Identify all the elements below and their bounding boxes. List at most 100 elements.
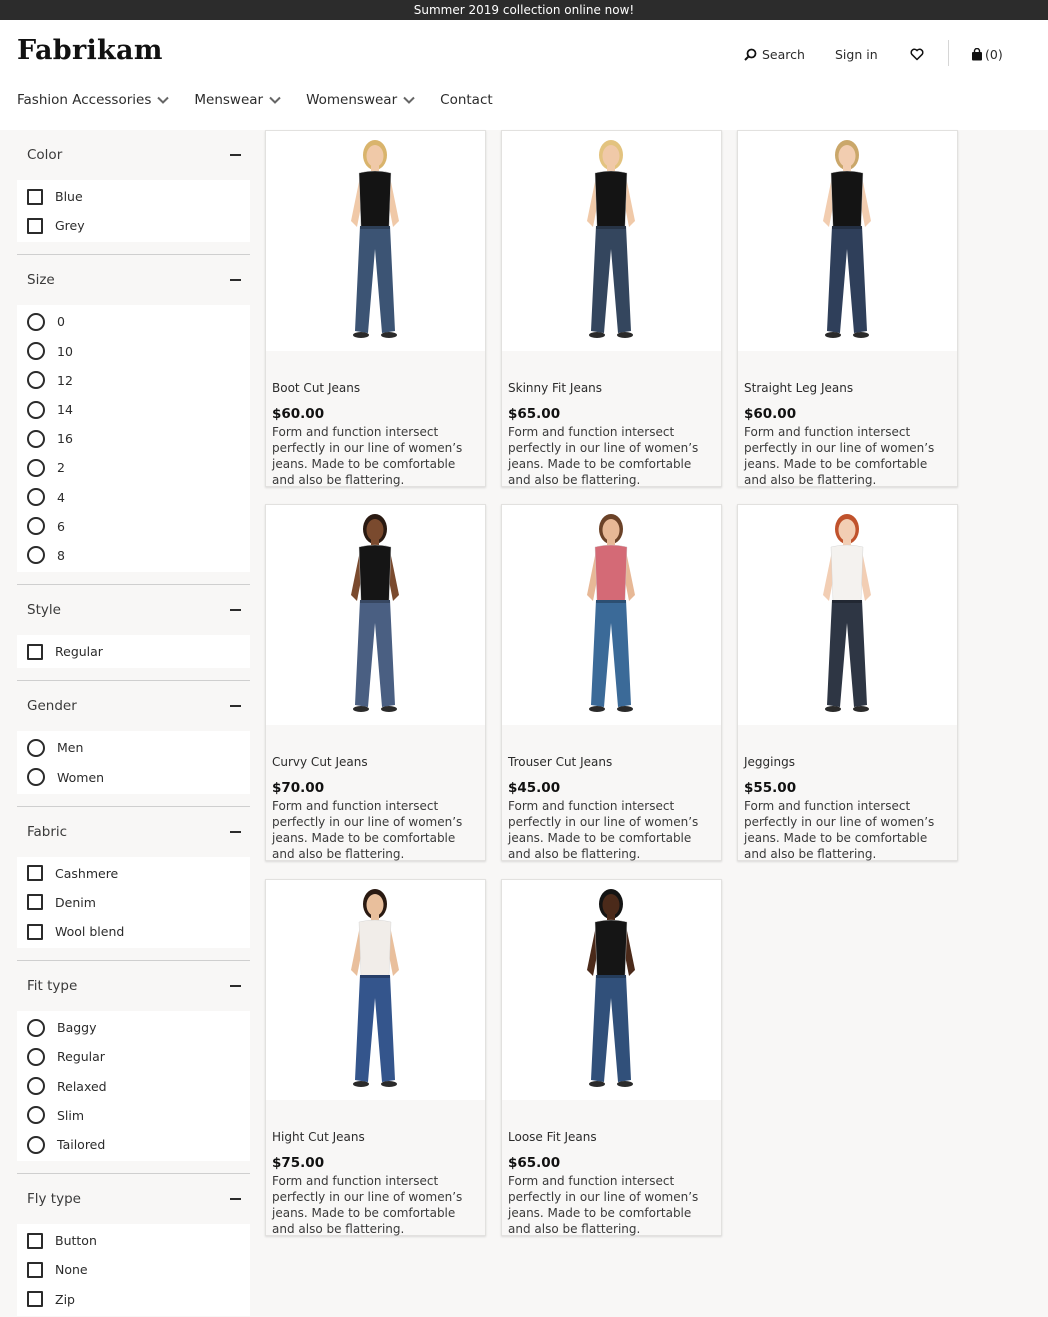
nav-womenswear[interactable]: Womenswear xyxy=(306,92,415,108)
product-name[interactable]: Curvy Cut Jeans xyxy=(272,755,479,771)
radio[interactable] xyxy=(27,1077,45,1096)
option-label: Baggy xyxy=(57,1020,97,1036)
checkbox-option[interactable]: Grey xyxy=(17,211,250,240)
product-image[interactable] xyxy=(266,505,485,725)
product-image[interactable] xyxy=(502,131,721,351)
radio-option[interactable]: Relaxed xyxy=(17,1072,250,1101)
checkbox[interactable] xyxy=(27,188,43,205)
filter-gender-header[interactable]: Gender xyxy=(17,681,250,731)
product-card[interactable]: Curvy Cut Jeans $70.00 Form and function… xyxy=(265,504,486,861)
product-name[interactable]: Loose Fit Jeans xyxy=(508,1130,715,1146)
radio-option[interactable]: 0 xyxy=(17,307,250,336)
filter-size-header[interactable]: Size xyxy=(17,255,250,305)
radio[interactable] xyxy=(27,458,45,477)
nav-contact[interactable]: Contact xyxy=(440,92,493,108)
cart-button[interactable]: (0) xyxy=(969,46,1003,62)
checkbox[interactable] xyxy=(27,643,43,660)
radio[interactable] xyxy=(27,517,45,536)
radio-option[interactable]: 14 xyxy=(17,395,250,424)
product-image[interactable] xyxy=(502,880,721,1100)
radio-option[interactable]: 6 xyxy=(17,512,250,541)
checkbox[interactable] xyxy=(27,923,43,940)
sign-in-link[interactable]: Sign in xyxy=(835,46,878,62)
collapse-icon[interactable] xyxy=(230,279,241,282)
checkbox-option[interactable]: Denim xyxy=(17,888,250,917)
checkbox-option[interactable]: Button xyxy=(17,1226,250,1255)
product-name[interactable]: Hight Cut Jeans xyxy=(272,1130,479,1146)
checkbox-option[interactable]: Blue xyxy=(17,182,250,211)
radio-option[interactable]: 8 xyxy=(17,541,250,570)
filter-style-header[interactable]: Style xyxy=(17,585,250,635)
product-name[interactable]: Straight Leg Jeans xyxy=(744,381,951,397)
collapse-icon[interactable] xyxy=(230,705,241,708)
radio[interactable] xyxy=(27,1106,45,1125)
product-name[interactable]: Trouser Cut Jeans xyxy=(508,755,715,771)
radio-option[interactable]: Tailored xyxy=(17,1130,250,1159)
product-card[interactable]: Skinny Fit Jeans $65.00 Form and functio… xyxy=(501,130,722,487)
checkbox-option[interactable]: Wool blend xyxy=(17,917,250,946)
radio-option[interactable]: Men xyxy=(17,733,250,762)
product-image[interactable] xyxy=(738,505,957,725)
radio[interactable] xyxy=(27,1135,45,1154)
radio[interactable] xyxy=(27,738,45,757)
radio[interactable] xyxy=(27,1018,45,1037)
collapse-icon[interactable] xyxy=(230,985,241,988)
filter-color-header[interactable]: Color xyxy=(17,130,250,180)
radio-option[interactable]: Women xyxy=(17,762,250,791)
radio[interactable] xyxy=(27,312,45,331)
radio[interactable] xyxy=(27,1047,45,1066)
radio-option[interactable]: 2 xyxy=(17,453,250,482)
filter-fit-type-header[interactable]: Fit type xyxy=(17,961,250,1011)
checkbox-option[interactable]: Regular xyxy=(17,637,250,666)
filter-fly-type: Fly type Button None Zip xyxy=(17,1174,250,1317)
radio[interactable] xyxy=(27,371,45,390)
collapse-icon[interactable] xyxy=(230,830,241,833)
radio-option[interactable]: Slim xyxy=(17,1101,250,1130)
checkbox[interactable] xyxy=(27,865,43,882)
collapse-icon[interactable] xyxy=(230,609,241,612)
product-name[interactable]: Skinny Fit Jeans xyxy=(508,381,715,397)
search-button[interactable]: Search xyxy=(744,46,805,62)
checkbox-option[interactable]: Cashmere xyxy=(17,859,250,888)
collapse-icon[interactable] xyxy=(230,1198,241,1201)
product-image[interactable] xyxy=(738,131,957,351)
product-card[interactable]: Boot Cut Jeans $60.00 Form and function … xyxy=(265,130,486,487)
checkbox-option[interactable]: None xyxy=(17,1255,250,1284)
radio[interactable] xyxy=(27,400,45,419)
product-card[interactable]: Trouser Cut Jeans $45.00 Form and functi… xyxy=(501,504,722,861)
checkbox[interactable] xyxy=(27,1261,43,1278)
product-image[interactable] xyxy=(266,131,485,351)
product-card[interactable]: Hight Cut Jeans $75.00 Form and function… xyxy=(265,879,486,1236)
product-card[interactable]: Jeggings $55.00 Form and function inters… xyxy=(737,504,958,861)
product-name[interactable]: Boot Cut Jeans xyxy=(272,381,479,397)
radio-option[interactable]: 12 xyxy=(17,366,250,395)
radio[interactable] xyxy=(27,546,45,565)
radio[interactable] xyxy=(27,488,45,507)
product-name[interactable]: Jeggings xyxy=(744,755,951,771)
checkbox-option[interactable]: Zip xyxy=(17,1285,250,1314)
radio-option[interactable]: 4 xyxy=(17,483,250,512)
radio[interactable] xyxy=(27,342,45,361)
checkbox[interactable] xyxy=(27,217,43,234)
radio-option[interactable]: 10 xyxy=(17,337,250,366)
filter-fabric-header[interactable]: Fabric xyxy=(17,807,250,857)
collapse-icon[interactable] xyxy=(230,154,241,156)
nav-menswear[interactable]: Menswear xyxy=(194,92,281,108)
wishlist-button[interactable] xyxy=(910,46,924,62)
product-image[interactable] xyxy=(502,505,721,725)
checkbox[interactable] xyxy=(27,1232,43,1249)
product-card[interactable]: Straight Leg Jeans $60.00 Form and funct… xyxy=(737,130,958,487)
checkbox[interactable] xyxy=(27,894,43,911)
nav-fashion-accessories[interactable]: Fashion Accessories xyxy=(17,92,170,108)
site-logo[interactable]: Fabrikam xyxy=(17,35,163,66)
checkbox[interactable] xyxy=(27,1291,43,1308)
filter-fly-type-header[interactable]: Fly type xyxy=(17,1174,250,1224)
product-card[interactable]: Loose Fit Jeans $65.00 Form and function… xyxy=(501,879,722,1236)
radio-option[interactable]: 16 xyxy=(17,424,250,453)
radio[interactable] xyxy=(27,429,45,448)
product-image[interactable] xyxy=(266,880,485,1100)
radio[interactable] xyxy=(27,768,45,787)
radio-option[interactable]: Baggy xyxy=(17,1013,250,1042)
filter-style: Style Regular xyxy=(17,585,250,682)
radio-option[interactable]: Regular xyxy=(17,1042,250,1071)
